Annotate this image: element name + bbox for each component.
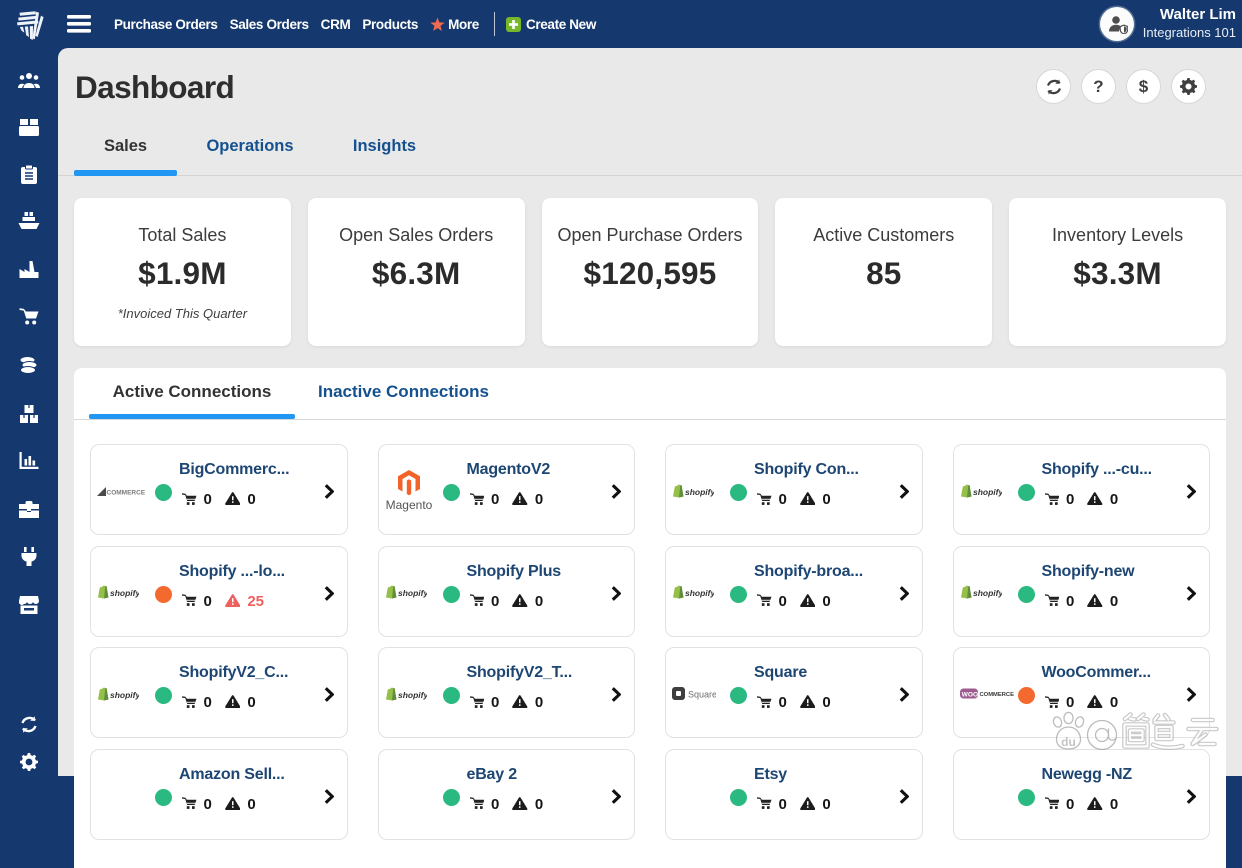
svg-text:shopify: shopify — [973, 487, 1002, 497]
svg-text:shopify: shopify — [398, 690, 427, 700]
svg-text:shopify: shopify — [685, 487, 714, 497]
svg-text:shopify: shopify — [398, 588, 427, 598]
svg-text:du: du — [1061, 735, 1076, 749]
svg-text:COMMERCE: COMMERCE — [979, 692, 1014, 698]
svg-text:shopify: shopify — [685, 588, 714, 598]
svg-text:Magento: Magento — [385, 498, 432, 512]
svg-text:shopify: shopify — [110, 690, 139, 700]
svg-text:COMMERCE: COMMERCE — [107, 489, 146, 496]
svg-text:WOO: WOO — [961, 691, 977, 698]
svg-text:Square: Square — [688, 690, 716, 700]
svg-text:shopify: shopify — [110, 588, 139, 598]
svg-text:shopify: shopify — [973, 588, 1002, 598]
